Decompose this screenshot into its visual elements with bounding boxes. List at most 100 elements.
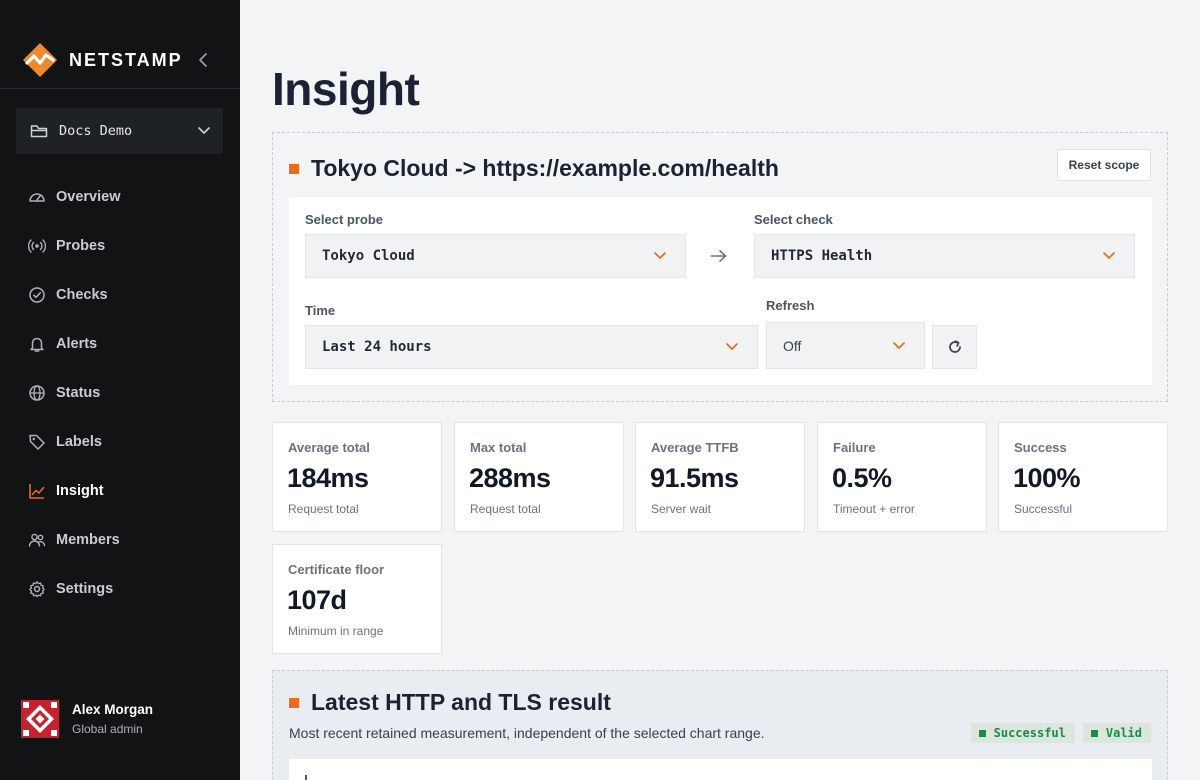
metric-value: 0.5% bbox=[832, 463, 892, 493]
status-badges: Successful Valid bbox=[963, 723, 1151, 743]
main-content: Insight Tokyo Cloud -> https://example.c… bbox=[240, 0, 1200, 780]
sidebar-item-checks[interactable]: Checks bbox=[0, 270, 240, 319]
sidebar-item-label: Status bbox=[56, 384, 101, 401]
time-label: Time bbox=[305, 303, 336, 318]
latest-result-section: Latest HTTP and TLS result Most recent r… bbox=[272, 670, 1168, 780]
user-name: Alex Morgan bbox=[72, 702, 154, 717]
scope-section: Tokyo Cloud -> https://example.com/healt… bbox=[272, 132, 1168, 402]
refresh-label: Refresh bbox=[766, 298, 815, 313]
sidebar-item-labels[interactable]: Labels bbox=[0, 417, 240, 466]
sidebar-item-insight[interactable]: Insight bbox=[0, 466, 240, 515]
status-badge-successful: Successful bbox=[970, 723, 1075, 743]
metric-label: Average total bbox=[288, 440, 370, 455]
text-cursor bbox=[305, 775, 307, 780]
collapse-sidebar-icon[interactable] bbox=[196, 51, 210, 69]
section-marker bbox=[289, 697, 299, 708]
sidebar-item-label: Alerts bbox=[56, 335, 98, 352]
folder-icon bbox=[30, 125, 48, 138]
probe-select-value: Tokyo Cloud bbox=[322, 248, 415, 264]
metric-card-average-ttfb: Average TTFB 91.5ms Server wait bbox=[635, 422, 805, 532]
status-dot bbox=[1090, 729, 1098, 737]
sidebar-item-status[interactable]: Status bbox=[0, 368, 240, 417]
chevron-down-icon bbox=[726, 343, 738, 350]
metric-value: 288ms bbox=[469, 463, 551, 493]
status-dot bbox=[978, 729, 986, 737]
sidebar: NETSTAMP Docs Demo Overview Probes Check… bbox=[0, 0, 240, 780]
metric-subtext: Request total bbox=[470, 502, 541, 516]
latest-result-body bbox=[289, 759, 1152, 780]
chevron-down-icon bbox=[1103, 252, 1115, 259]
users-icon bbox=[28, 533, 46, 547]
check-select[interactable]: HTTPS Health bbox=[754, 234, 1135, 278]
gear-icon bbox=[29, 580, 45, 597]
chevron-down-icon bbox=[893, 342, 905, 349]
reset-scope-button[interactable]: Reset scope bbox=[1057, 149, 1151, 181]
time-select[interactable]: Last 24 hours bbox=[305, 325, 758, 369]
time-select-value: Last 24 hours bbox=[322, 339, 432, 355]
metric-card-max-total: Max total 288ms Request total bbox=[454, 422, 624, 532]
metric-value: 184ms bbox=[287, 463, 369, 493]
sidebar-item-settings[interactable]: Settings bbox=[0, 564, 240, 613]
sidebar-item-label: Members bbox=[56, 531, 120, 548]
refresh-icon bbox=[948, 340, 961, 353]
metric-label: Failure bbox=[833, 440, 876, 455]
netstamp-logo-icon bbox=[23, 43, 57, 77]
scope-controls: Select probe Tokyo Cloud Select check HT… bbox=[289, 197, 1152, 385]
sidebar-item-label: Overview bbox=[56, 188, 121, 205]
sidebar-item-label: Checks bbox=[56, 286, 108, 303]
page-title: Insight bbox=[272, 63, 420, 115]
chart-icon bbox=[29, 483, 45, 499]
metric-label: Max total bbox=[470, 440, 527, 455]
refresh-select[interactable]: Off bbox=[766, 322, 925, 369]
metric-subtext: Server wait bbox=[651, 502, 712, 516]
metric-value: 100% bbox=[1013, 463, 1081, 493]
chevron-down-icon bbox=[198, 127, 210, 134]
metric-subtext: Request total bbox=[288, 502, 359, 516]
metric-label: Average TTFB bbox=[651, 440, 739, 455]
metric-label: Success bbox=[1014, 440, 1067, 455]
sidebar-item-label: Probes bbox=[56, 237, 106, 254]
sidebar-item-alerts[interactable]: Alerts bbox=[0, 319, 240, 368]
latest-result-title: Latest HTTP and TLS result bbox=[311, 689, 611, 715]
workspace-selector[interactable]: Docs Demo bbox=[16, 108, 223, 154]
avatar bbox=[21, 700, 59, 738]
check-select-value: HTTPS Health bbox=[771, 248, 873, 264]
sidebar-item-probes[interactable]: Probes bbox=[0, 221, 240, 270]
user-role: Global admin bbox=[72, 722, 143, 736]
workspace-name: Docs Demo bbox=[59, 123, 133, 139]
bell-icon bbox=[30, 337, 44, 352]
sidebar-item-label: Labels bbox=[56, 433, 102, 450]
refresh-button[interactable] bbox=[932, 325, 977, 369]
metric-label: Certificate floor bbox=[288, 562, 385, 577]
sidebar-nav: Overview Probes Checks Alerts Status Lab… bbox=[0, 172, 240, 613]
metric-card-certificate-floor: Certificate floor 107d Minimum in range bbox=[272, 544, 442, 654]
tag-icon bbox=[29, 434, 45, 450]
status-badge-valid: Valid bbox=[1082, 723, 1151, 743]
gauge-icon bbox=[29, 192, 45, 202]
metric-subtext: Minimum in range bbox=[288, 624, 384, 638]
user-profile[interactable]: Alex Morgan Global admin bbox=[21, 700, 153, 738]
latest-result-description: Most recent retained measurement, indepe… bbox=[289, 725, 765, 741]
check-circle-icon bbox=[29, 286, 45, 303]
sidebar-item-label: Settings bbox=[56, 580, 114, 597]
metric-card-average-total: Average total 184ms Request total bbox=[272, 422, 442, 532]
refresh-select-value: Off bbox=[783, 337, 802, 354]
sidebar-item-members[interactable]: Members bbox=[0, 515, 240, 564]
globe-icon bbox=[29, 384, 45, 401]
metric-card-failure: Failure 0.5% Timeout + error bbox=[817, 422, 987, 532]
arrow-right-icon bbox=[710, 249, 727, 262]
sidebar-divider bbox=[0, 88, 240, 89]
metric-subtext: Timeout + error bbox=[833, 502, 915, 516]
check-label: Select check bbox=[754, 212, 833, 227]
probe-label: Select probe bbox=[305, 212, 384, 227]
scope-title: Tokyo Cloud -> https://example.com/healt… bbox=[311, 155, 779, 181]
brand[interactable]: NETSTAMP bbox=[22, 42, 183, 78]
metric-value: 91.5ms bbox=[650, 463, 739, 493]
metric-card-success: Success 100% Successful bbox=[998, 422, 1168, 532]
probe-select[interactable]: Tokyo Cloud bbox=[305, 234, 686, 278]
brand-name: NETSTAMP bbox=[69, 49, 183, 70]
status-badge-label: Successful bbox=[993, 726, 1066, 740]
sidebar-item-overview[interactable]: Overview bbox=[0, 172, 240, 221]
section-marker bbox=[289, 163, 299, 174]
sidebar-item-label: Insight bbox=[56, 482, 104, 499]
